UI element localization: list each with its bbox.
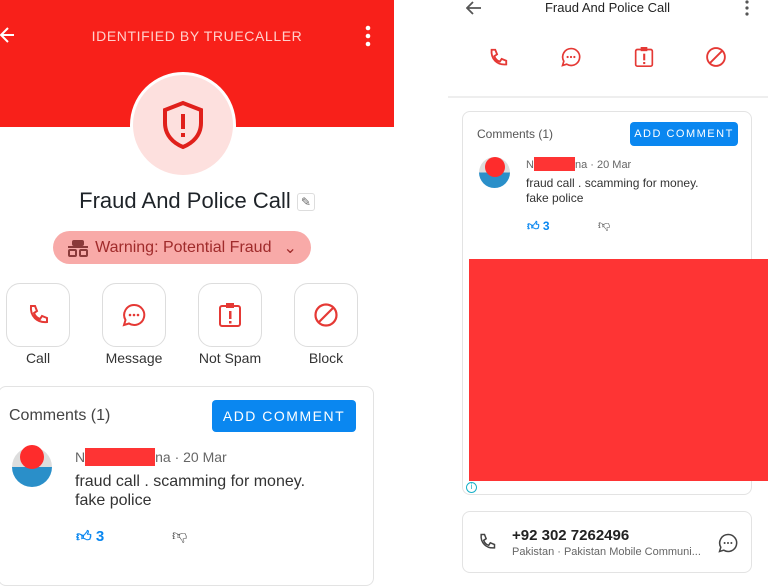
block-icon-button[interactable] [705, 46, 727, 68]
header-title: IDENTIFIED BY TRUECALLER [91, 28, 303, 44]
clipboard-alert-icon [219, 303, 241, 327]
comment-text: fraud call . scamming for money. fake pol… [75, 473, 306, 509]
message-label: Message [105, 350, 163, 366]
block-icon [314, 303, 338, 327]
contact-avatar [130, 72, 236, 178]
not-spam-icon-button[interactable] [634, 46, 654, 68]
comments-title: Comments (1) [477, 127, 554, 141]
chevron-down-icon: ⌄ [283, 239, 297, 257]
phone-icon[interactable] [477, 532, 497, 552]
message-icon-button[interactable] [560, 46, 582, 68]
add-comment-button[interactable]: ADD COMMENT [630, 122, 738, 146]
commenter-avatar [12, 445, 52, 487]
message-button[interactable] [102, 283, 166, 347]
thumbs-up-icon: 👍︎ [76, 528, 92, 545]
dislike-button[interactable]: 👎︎ [172, 527, 187, 545]
contact-name: Fraud And Police Call ✎ [0, 188, 394, 214]
comment-meta: Nna · 20 Mar [526, 157, 632, 171]
message-icon [122, 303, 146, 327]
phone-number: +92 302 7262496 [512, 527, 630, 544]
like-button[interactable]: 👍︎ 3 [527, 219, 550, 234]
commenter-avatar [479, 157, 510, 188]
thumbs-down-icon: 👎︎ [598, 218, 611, 232]
redacted-region [469, 259, 768, 481]
thumbs-down-icon: 👎︎ [172, 527, 188, 544]
block-button[interactable] [294, 283, 358, 347]
shield-alert-icon [163, 100, 203, 150]
spy-icon [68, 239, 89, 257]
add-comment-button[interactable]: ADD COMMENT [212, 400, 356, 432]
phone-icon [29, 305, 48, 324]
thumbs-up-icon: 👍︎ [527, 219, 540, 233]
back-arrow-icon[interactable] [466, 1, 482, 15]
comment-text: fraud call . scamming for money. fake pol… [526, 176, 699, 205]
more-options-icon[interactable] [744, 0, 750, 16]
warning-pill[interactable]: Warning: Potential Fraud ⌄ [53, 231, 311, 264]
call-button[interactable] [6, 283, 70, 347]
info-icon[interactable]: i [466, 482, 477, 493]
not-spam-label: Not Spam [198, 350, 262, 366]
divider [448, 96, 768, 98]
message-icon[interactable] [717, 532, 739, 554]
block-label: Block [308, 350, 344, 366]
like-button[interactable]: 👍︎ 3 [76, 528, 104, 546]
more-options-icon[interactable] [364, 25, 372, 47]
dislike-button[interactable]: 👎︎ [598, 218, 610, 233]
call-icon-button[interactable] [487, 47, 509, 69]
phone-details: Pakistan · Pakistan Mobile Communi... [512, 546, 701, 558]
comment-meta: Nna · 20 Mar [75, 448, 227, 466]
comments-title: Comments (1) [9, 407, 111, 424]
call-label: Call [25, 350, 51, 366]
not-spam-button[interactable] [198, 283, 262, 347]
header-title: Fraud And Police Call [544, 0, 670, 15]
edit-icon[interactable]: ✎ [296, 193, 315, 211]
